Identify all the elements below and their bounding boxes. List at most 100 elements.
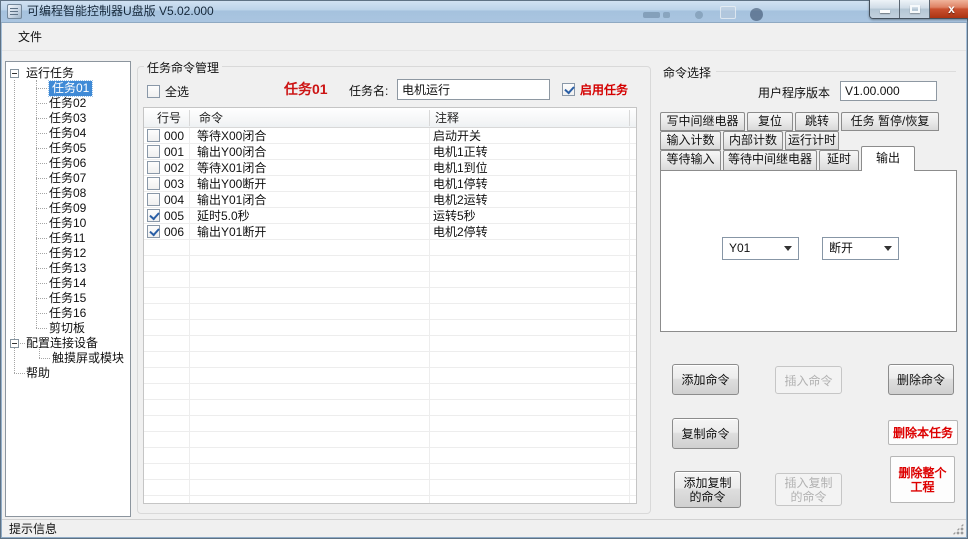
tab-write-intermediate-relay[interactable]: 写中间继电器 [660,112,745,131]
output-tab-panel [660,170,957,332]
command-row-002[interactable]: 002 等待X01闭合 电机1到位 [144,160,636,176]
window-title: 可编程智能控制器U盘版 V5.02.000 [27,4,214,19]
port-state-value: 断开 [829,238,853,259]
output-port-dropdown[interactable]: Y01 [722,237,799,260]
command-row-006[interactable]: 006 输出Y01断开 电机2停转 [144,224,636,240]
tab-input-count[interactable]: 输入计数 [660,131,721,150]
command-row-000[interactable]: 000 等待X00闭合 启动开关 [144,128,636,144]
tree-item-device-config[interactable]: 配置连接设备 [6,336,130,351]
tree-item-task-08[interactable]: 任务08 [6,186,130,201]
row-line-number: 004 [164,192,184,208]
tree-item-task-16[interactable]: 任务16 [6,306,130,321]
row-command: 等待X00闭合 [197,128,266,144]
tree-item-task-10[interactable]: 任务10 [6,216,130,231]
add-copied-command-button[interactable]: 添加复制的命令 [674,471,741,508]
app-icon [7,4,22,19]
tab-wait-intermediate-relay[interactable]: 等待中间继电器 [723,150,817,171]
tree-item-run-tasks[interactable]: 运行任务 [6,66,130,81]
row-command: 等待X01闭合 [197,160,266,176]
tree-item-task-12[interactable]: 任务12 [6,246,130,261]
tab-output[interactable]: 输出 [861,146,915,171]
row-line-number: 001 [164,144,184,160]
command-row-003[interactable]: 003 输出Y00断开 电机1停转 [144,176,636,192]
tree-item-task-09[interactable]: 任务09 [6,201,130,216]
tree-item-task-13[interactable]: 任务13 [6,261,130,276]
tree-item-task-01[interactable]: 任务01 [6,81,130,96]
row-checkbox[interactable] [147,193,160,206]
menu-bar: 文件 [1,24,967,51]
row-note: 电机1到位 [433,160,488,176]
titlebar-reflection [663,12,670,18]
add-command-button[interactable]: 添加命令 [672,364,739,395]
row-command: 延时5.0秒 [197,208,250,224]
titlebar-reflection [695,11,703,19]
header-separator [189,110,190,126]
select-all-checkbox[interactable] [147,85,160,98]
tree-item-task-15[interactable]: 任务15 [6,291,130,306]
command-row-005[interactable]: 005 延时5.0秒 运转5秒 [144,208,636,224]
tree-item-task-14[interactable]: 任务14 [6,276,130,291]
window-border [0,23,2,539]
enable-task-label[interactable]: 启用任务 [580,83,628,97]
tab-delay[interactable]: 延时 [819,150,859,171]
header-line-number[interactable]: 行号 [157,108,181,128]
header-separator [629,110,630,126]
tree-item-touchscreen-module[interactable]: 触摸屏或模块 [6,351,130,366]
tree-item-task-04[interactable]: 任务04 [6,126,130,141]
table-body: 000 等待X00闭合 启动开关 001 输出Y00闭合 电机1正转 002 等… [144,128,636,503]
collapse-icon[interactable] [10,69,19,78]
titlebar-reflection [643,12,660,18]
program-version-input[interactable] [840,81,937,101]
copy-command-button[interactable]: 复制命令 [672,418,739,449]
row-checkbox[interactable] [147,177,160,190]
tree-item-task-03[interactable]: 任务03 [6,111,130,126]
tab-internal-count[interactable]: 内部计数 [723,131,783,150]
delete-project-button[interactable]: 删除整个工程 [890,456,955,503]
header-note[interactable]: 注释 [435,108,459,128]
resize-grip[interactable] [952,523,964,535]
collapse-icon[interactable] [10,339,19,348]
tree-item-task-07[interactable]: 任务07 [6,171,130,186]
row-note: 电机1停转 [433,176,488,192]
task-name-input[interactable] [397,79,550,100]
chevron-down-icon [884,246,892,251]
tree-item-task-06[interactable]: 任务06 [6,156,130,171]
maximize-button[interactable] [900,0,930,18]
tab-run-timer[interactable]: 运行计时 [785,131,839,150]
command-select-group-label: 命令选择 [660,64,714,81]
command-row-004[interactable]: 004 输出Y01闭合 电机2运转 [144,192,636,208]
header-command[interactable]: 命令 [199,108,223,128]
row-checkbox[interactable] [147,145,160,158]
tree-item-help[interactable]: 帮助 [6,366,130,381]
row-command: 输出Y01闭合 [197,192,266,208]
chevron-down-icon [784,246,792,251]
titlebar-reflection [750,8,763,21]
tab-wait-input[interactable]: 等待输入 [660,150,721,171]
tree-item-clipboard[interactable]: 剪切板 [6,321,130,336]
row-checkbox[interactable] [147,225,160,238]
row-checkbox[interactable] [147,161,160,174]
task-tree: 运行任务 任务01 任务02 任务03 任务04 任务05 任务06 任务07 … [6,62,130,516]
minimize-button[interactable] [870,0,900,18]
row-line-number: 002 [164,160,184,176]
port-state-dropdown[interactable]: 断开 [822,237,899,260]
tab-reset[interactable]: 复位 [747,112,793,131]
close-button[interactable]: x [930,0,968,18]
command-table: 行号 命令 注释 000 等待X00闭合 启动开关 001 输出Y00闭合 电机… [143,107,637,504]
command-row-001[interactable]: 001 输出Y00闭合 电机1正转 [144,144,636,160]
task-tree-panel: 运行任务 任务01 任务02 任务03 任务04 任务05 任务06 任务07 … [5,61,131,517]
tree-item-task-11[interactable]: 任务11 [6,231,130,246]
delete-command-button[interactable]: 删除命令 [888,364,954,395]
row-checkbox[interactable] [147,209,160,222]
delete-task-button[interactable]: 删除本任务 [888,420,958,445]
tree-item-task-05[interactable]: 任务05 [6,141,130,156]
row-note: 运转5秒 [433,208,476,224]
select-all-label[interactable]: 全选 [165,85,189,99]
tab-task-pause-resume[interactable]: 任务 暂停/恢复 [841,112,939,131]
tree-item-task-02[interactable]: 任务02 [6,96,130,111]
task-name-label: 任务名: [349,84,388,99]
tab-jump[interactable]: 跳转 [795,112,839,131]
row-checkbox[interactable] [147,129,160,142]
enable-task-checkbox[interactable] [562,83,575,96]
menu-file[interactable]: 文件 [8,24,52,50]
